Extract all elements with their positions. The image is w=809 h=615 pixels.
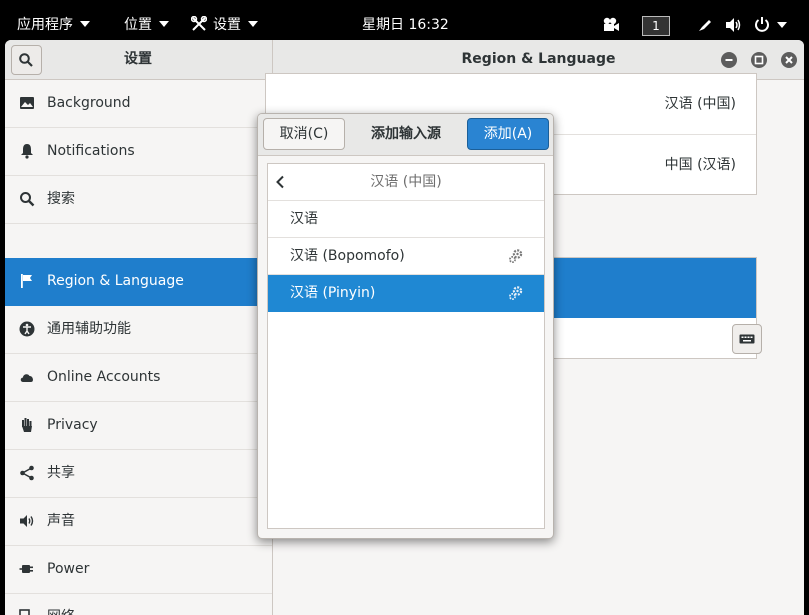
applications-menu[interactable]: 应用程序 (17, 0, 90, 38)
sidebar-item-label: 通用辅助功能 (47, 321, 131, 337)
sidebar-item-power[interactable]: Power (5, 546, 272, 594)
settings-app-menu[interactable]: 设置 (190, 0, 258, 38)
sidebar-item-region-language[interactable]: Region & Language (5, 258, 272, 306)
formats-value: 中国 (汉语) (664, 157, 736, 173)
gears-icon (509, 249, 523, 263)
input-source-label: 汉语 (Bopomofo) (290, 248, 405, 264)
chevron-down-icon (248, 21, 258, 27)
input-source-label: 汉语 (Pinyin) (290, 285, 376, 301)
power-plug-icon (19, 565, 33, 573)
hand-icon (22, 418, 32, 432)
cloud-icon (20, 374, 33, 382)
system-menu-chevron-icon[interactable] (777, 22, 787, 28)
sidebar-item-label: 声音 (47, 513, 75, 529)
clock[interactable]: 星期日 16:32 (362, 0, 449, 38)
sidebar-item-label: Power (47, 561, 90, 577)
minimize-icon (725, 59, 733, 61)
language-header-label: 汉语 (中国) (370, 174, 442, 190)
sidebar-item-background[interactable]: Background (5, 80, 272, 128)
settings-app-menu-label: 设置 (213, 17, 241, 33)
sidebar-item-label: Region & Language (47, 273, 184, 289)
flag-icon (21, 274, 32, 288)
sidebar-headerbar: 设置 (5, 40, 273, 80)
pen-icon[interactable] (697, 17, 713, 33)
close-button[interactable] (781, 52, 797, 68)
chevron-down-icon (159, 21, 169, 27)
places-menu[interactable]: 位置 (124, 0, 169, 38)
bell-icon (21, 144, 33, 159)
keyboard-icon (739, 334, 755, 344)
sidebar-item-label: Online Accounts (47, 369, 161, 385)
language-value: 汉语 (中国) (664, 96, 736, 112)
share-icon (20, 465, 34, 481)
sidebar-item-online-accounts[interactable]: Online Accounts (5, 354, 272, 402)
dialog-headerbar: 取消(C) 添加输入源 添加(A) (258, 114, 553, 156)
sidebar-item-label: 共享 (47, 465, 75, 481)
sidebar-item-search[interactable]: 搜索 (5, 176, 272, 224)
sidebar-item-label: Notifications (47, 143, 135, 159)
tools-icon (190, 15, 208, 31)
list-item[interactable]: 汉语 (268, 201, 544, 238)
sidebar-item-sound[interactable]: 声音 (5, 498, 272, 546)
dialog-title: 添加输入源 (371, 126, 441, 142)
network-icon (19, 609, 30, 615)
sidebar-item-label: 网络 (47, 594, 75, 615)
power-icon[interactable] (754, 16, 770, 33)
search-icon (20, 192, 35, 207)
applications-menu-label: 应用程序 (17, 17, 73, 33)
top-bar: 应用程序 位置 设置 星期日 16:32 1 (0, 0, 809, 38)
list-item-selected[interactable]: 汉语 (Pinyin) (268, 275, 544, 312)
maximize-icon (754, 55, 764, 65)
accessibility-icon (19, 321, 35, 337)
sidebar-item-label: Background (47, 95, 131, 111)
add-input-source-dialog: 取消(C) 添加输入源 添加(A) 汉语 (中国) 汉语 汉语 (Bopomof… (257, 113, 554, 539)
input-source-label: 汉语 (290, 211, 318, 227)
search-button[interactable] (11, 45, 42, 75)
input-source-list: 汉语 (中国) 汉语 汉语 (Bopomofo) 汉语 (Pinyin) (267, 163, 545, 529)
sidebar-item-network[interactable]: 网络 (5, 594, 272, 615)
clock-label: 星期日 16:32 (362, 17, 449, 33)
volume-icon[interactable] (724, 17, 742, 33)
sidebar-item-label: Privacy (47, 417, 98, 433)
sidebar: Background Notifications 搜索 Region & Lan… (5, 80, 273, 615)
sidebar-item-sharing[interactable]: 共享 (5, 450, 272, 498)
chevron-down-icon (80, 21, 90, 27)
cancel-button[interactable]: 取消(C) (263, 118, 345, 150)
workspace-number: 1 (652, 19, 660, 33)
back-row[interactable]: 汉语 (中国) (268, 164, 544, 201)
sidebar-item-notifications[interactable]: Notifications (5, 128, 272, 176)
workspace-indicator[interactable]: 1 (642, 16, 670, 36)
sidebar-item-privacy[interactable]: Privacy (5, 402, 272, 450)
background-icon (20, 97, 34, 109)
video-camera-icon[interactable] (602, 17, 620, 33)
maximize-button[interactable] (751, 52, 767, 68)
sidebar-item-label: 搜索 (47, 191, 75, 207)
speaker-icon (20, 515, 34, 527)
search-icon (19, 53, 33, 67)
minimize-button[interactable] (721, 52, 737, 68)
keyboard-layout-button[interactable] (732, 324, 762, 354)
sidebar-title: 设置 (124, 51, 152, 67)
sidebar-item-accessibility[interactable]: 通用辅助功能 (5, 306, 272, 354)
add-button[interactable]: 添加(A) (467, 118, 549, 150)
list-item[interactable]: 汉语 (Bopomofo) (268, 238, 544, 275)
places-menu-label: 位置 (124, 17, 152, 33)
close-icon (785, 56, 793, 64)
gears-icon (509, 286, 523, 300)
